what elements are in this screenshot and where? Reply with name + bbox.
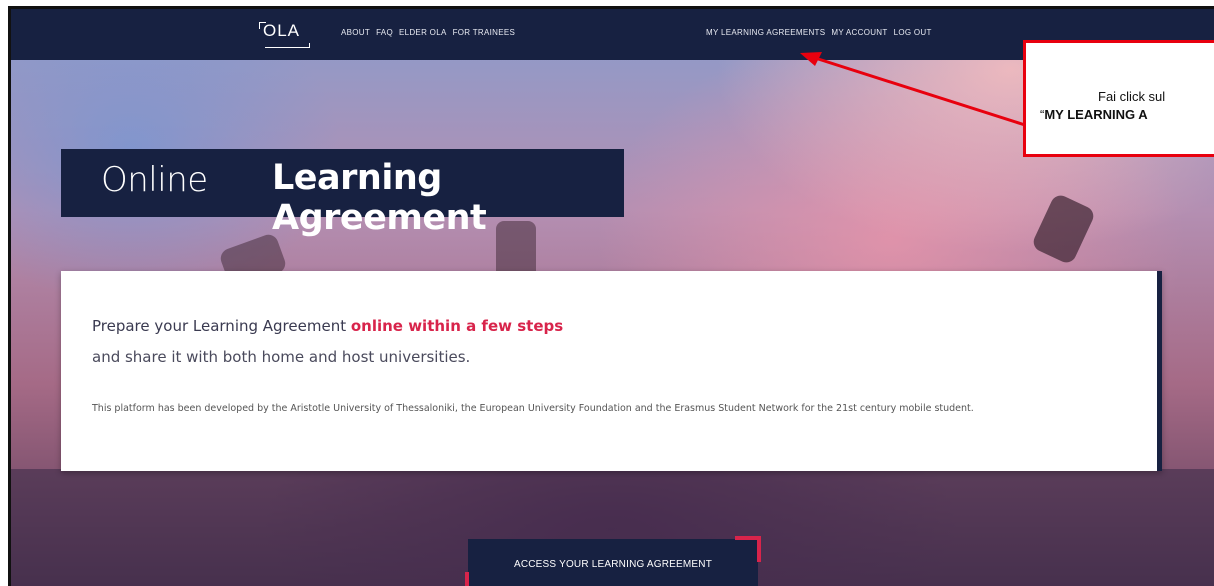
callout-line2: “MY LEARNING A (1040, 107, 1148, 122)
annotation-callout: Fai click sul “MY LEARNING A (1023, 40, 1214, 157)
callout-line1: Fai click sul (1098, 89, 1166, 104)
callout-bold-text: MY LEARNING A (1044, 107, 1148, 122)
